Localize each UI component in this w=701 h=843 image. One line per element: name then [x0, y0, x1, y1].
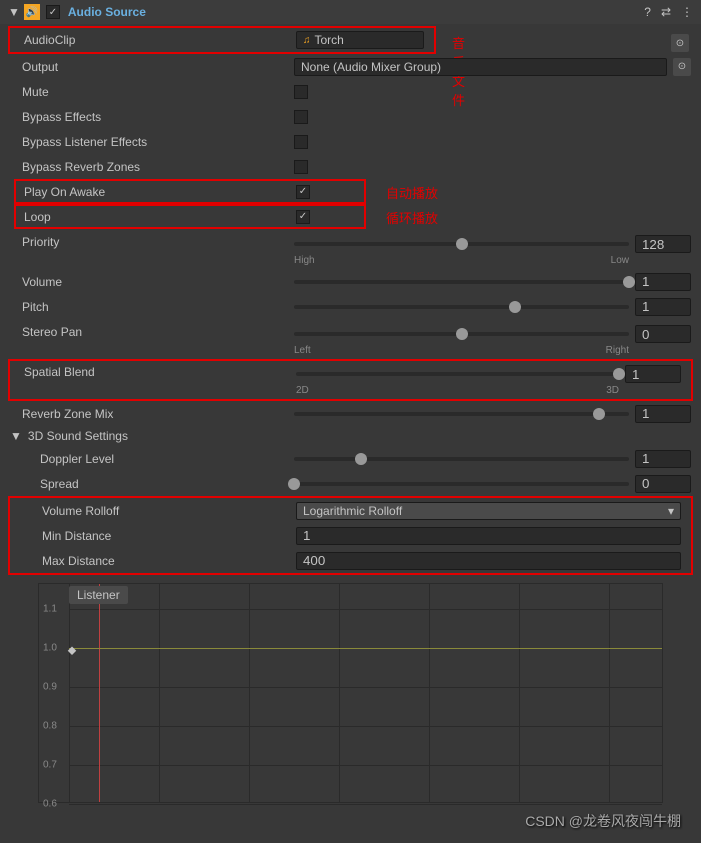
volume-row: Volume [0, 269, 701, 294]
bypass-effects-checkbox[interactable] [294, 110, 308, 124]
foldout-icon: ▼ [10, 429, 22, 443]
output-row: Output None (Audio Mixer Group) ⊙ [0, 54, 701, 79]
priority-input[interactable] [635, 235, 691, 253]
min-distance-label: Min Distance [42, 529, 296, 543]
output-label: Output [22, 60, 294, 74]
reverb-zone-mix-slider[interactable] [294, 412, 629, 416]
max-distance-label: Max Distance [42, 554, 296, 568]
reverb-zone-mix-row: Reverb Zone Mix [0, 401, 701, 426]
volume-rolloff-dropdown[interactable]: Logarithmic Rolloff ▾ [296, 502, 681, 520]
spatial-blend-label: Spatial Blend [24, 365, 296, 379]
priority-row: Priority HighLow [0, 229, 701, 269]
min-distance-input[interactable] [296, 527, 681, 545]
component-header: ▼ 🔊 ✓ Audio Source ? ⇄ ⋮ [0, 0, 701, 24]
loop-checkbox[interactable]: ✓ [296, 210, 310, 224]
priority-slider[interactable] [294, 242, 629, 246]
min-distance-row: Min Distance [10, 523, 691, 548]
mute-row: Mute [0, 79, 701, 104]
spatial-blend-slider[interactable] [296, 372, 619, 376]
volume-rolloff-label: Volume Rolloff [42, 504, 296, 518]
graph-listener-line [99, 584, 100, 802]
stereo-pan-input[interactable] [635, 325, 691, 343]
play-on-awake-annotation: 自动播放 [386, 183, 438, 202]
bypass-listener-effects-checkbox[interactable] [294, 135, 308, 149]
output-picker-icon[interactable]: ⊙ [673, 58, 691, 76]
reverb-zone-mix-input[interactable] [635, 405, 691, 423]
bypass-effects-row: Bypass Effects [0, 104, 701, 129]
doppler-level-input[interactable] [635, 450, 691, 468]
loop-row: Loop ✓ [14, 204, 366, 229]
volume-rolloff-row: Volume Rolloff Logarithmic Rolloff ▾ [10, 498, 691, 523]
spatial-blend-row: Spatial Blend 2D3D [8, 359, 693, 401]
volume-input[interactable] [635, 273, 691, 291]
rolloff-graph[interactable]: Listener 1.1 1.0 0.9 0.8 0.7 0.6 [38, 583, 663, 803]
max-distance-row: Max Distance [10, 548, 691, 573]
mute-label: Mute [22, 85, 294, 99]
audioclip-picker-icon[interactable]: ⊙ [671, 34, 689, 52]
audioclip-value: Torch [315, 33, 344, 47]
play-on-awake-row: Play On Awake ✓ [14, 179, 366, 204]
doppler-level-slider[interactable] [294, 457, 629, 461]
pitch-slider[interactable] [294, 305, 629, 309]
watermark: CSDN @龙卷风夜闯牛棚 [525, 811, 681, 831]
bypass-reverb-zones-label: Bypass Reverb Zones [22, 160, 294, 174]
play-on-awake-checkbox[interactable]: ✓ [296, 185, 310, 199]
bypass-listener-effects-row: Bypass Listener Effects [0, 129, 701, 154]
stereo-pan-label: Stereo Pan [22, 325, 294, 339]
loop-label: Loop [24, 210, 296, 224]
stereo-pan-row: Stereo Pan LeftRight [0, 319, 701, 359]
component-title: Audio Source [68, 5, 644, 19]
stereo-pan-slider[interactable] [294, 332, 629, 336]
loop-annotation: 循环播放 [386, 208, 438, 227]
audio-source-icon: 🔊 [24, 4, 40, 20]
chevron-down-icon: ▾ [668, 504, 674, 518]
audio-note-icon: ♫ [303, 35, 311, 46]
mute-checkbox[interactable] [294, 85, 308, 99]
rolloff-block: Volume Rolloff Logarithmic Rolloff ▾ Min… [8, 496, 693, 575]
preset-icon[interactable]: ⇄ [661, 5, 671, 19]
bypass-reverb-zones-checkbox[interactable] [294, 160, 308, 174]
bypass-effects-label: Bypass Effects [22, 110, 294, 124]
sound-settings-title: 3D Sound Settings [28, 429, 128, 443]
play-on-awake-label: Play On Awake [24, 185, 296, 199]
component-enabled-checkbox[interactable]: ✓ [46, 5, 60, 19]
graph-curve [69, 648, 662, 649]
pitch-input[interactable] [635, 298, 691, 316]
volume-label: Volume [22, 275, 294, 289]
listener-label: Listener [69, 586, 128, 604]
help-icon[interactable]: ? [644, 5, 651, 19]
doppler-level-row: Doppler Level [0, 446, 701, 471]
sound-settings-header[interactable]: ▼ 3D Sound Settings [0, 426, 701, 446]
menu-icon[interactable]: ⋮ [681, 5, 693, 19]
bypass-listener-effects-label: Bypass Listener Effects [22, 135, 294, 149]
output-value: None (Audio Mixer Group) [301, 60, 441, 74]
pitch-row: Pitch [0, 294, 701, 319]
audioclip-field[interactable]: ♫ Torch [296, 31, 424, 49]
audioclip-label: AudioClip [24, 33, 296, 47]
spatial-blend-input[interactable] [625, 365, 681, 383]
priority-label: Priority [22, 235, 294, 249]
volume-slider[interactable] [294, 280, 629, 284]
spread-slider[interactable] [294, 482, 629, 486]
max-distance-input[interactable] [296, 552, 681, 570]
foldout-icon[interactable]: ▼ [8, 5, 20, 19]
output-field[interactable]: None (Audio Mixer Group) [294, 58, 667, 76]
bypass-reverb-zones-row: Bypass Reverb Zones [0, 154, 701, 179]
spread-row: Spread [0, 471, 701, 496]
spread-input[interactable] [635, 475, 691, 493]
pitch-label: Pitch [22, 300, 294, 314]
doppler-level-label: Doppler Level [40, 452, 294, 466]
audioclip-row: AudioClip ♫ Torch 音乐文件 [8, 26, 436, 54]
spread-label: Spread [40, 477, 294, 491]
reverb-zone-mix-label: Reverb Zone Mix [22, 407, 294, 421]
